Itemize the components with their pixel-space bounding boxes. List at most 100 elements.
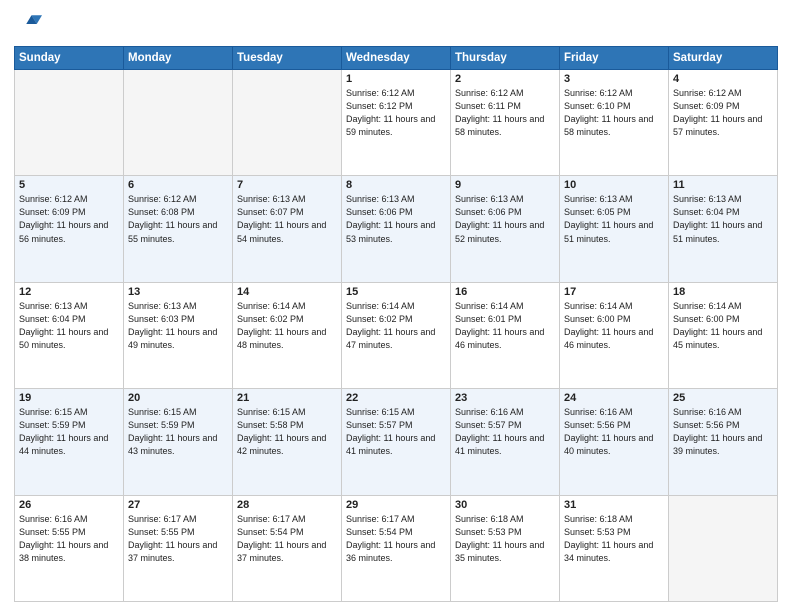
calendar-cell: 20Sunrise: 6:15 AMSunset: 5:59 PMDayligh… [124, 389, 233, 495]
calendar-cell: 1 Sunrise: 6:12 AMSunset: 6:12 PMDaylight… [342, 70, 451, 176]
calendar-cell: 16 Sunrise: 6:14 AMSunset: 6:01 PMDayligh… [451, 282, 560, 388]
calendar-cell: 22 Sunrise: 6:15 AMSunset: 5:57 PMDayligh… [342, 389, 451, 495]
calendar-cell [233, 70, 342, 176]
day-info: Sunrise: 6:13 AMSunset: 6:04 PMDaylight:… [673, 193, 773, 245]
calendar-cell: 14Sunrise: 6:14 AMSunset: 6:02 PMDayligh… [233, 282, 342, 388]
calendar-cell [15, 70, 124, 176]
day-number: 31 [564, 499, 664, 511]
calendar-cell: 29 Sunrise: 6:17 AMSunset: 5:54 PMDayligh… [342, 495, 451, 601]
day-number: 17 [564, 286, 664, 298]
day-number: 19 [19, 392, 119, 404]
day-info: Sunrise: 6:18 AMSunset: 5:53 PMDaylight:… [564, 513, 664, 565]
day-number: 11 [673, 179, 773, 191]
week-row-2: 5 Sunrise: 6:12 AMSunset: 6:09 PMDaylight… [15, 176, 778, 282]
calendar-cell: 24 Sunrise: 6:16 AMSunset: 5:56 PMDayligh… [560, 389, 669, 495]
calendar-cell: 12Sunrise: 6:13 AMSunset: 6:04 PMDayligh… [15, 282, 124, 388]
calendar-cell: 9 Sunrise: 6:13 AMSunset: 6:06 PMDaylight… [451, 176, 560, 282]
calendar-cell: 8Sunrise: 6:13 AMSunset: 6:06 PMDaylight… [342, 176, 451, 282]
day-info: Sunrise: 6:17 AMSunset: 5:54 PMDaylight:… [346, 513, 446, 565]
day-info: Sunrise: 6:12 AMSunset: 6:10 PMDaylight:… [564, 87, 664, 139]
header [14, 10, 778, 38]
day-number: 1 [346, 73, 446, 85]
calendar-cell [669, 495, 778, 601]
calendar-cell: 28Sunrise: 6:17 AMSunset: 5:54 PMDayligh… [233, 495, 342, 601]
calendar-cell [124, 70, 233, 176]
calendar-cell: 13 Sunrise: 6:13 AMSunset: 6:03 PMDayligh… [124, 282, 233, 388]
day-info: Sunrise: 6:14 AMSunset: 6:00 PMDaylight:… [673, 300, 773, 352]
day-info: Sunrise: 6:16 AMSunset: 5:57 PMDaylight:… [455, 406, 555, 458]
day-info: Sunrise: 6:15 AMSunset: 5:57 PMDaylight:… [346, 406, 446, 458]
day-info: Sunrise: 6:14 AMSunset: 6:00 PMDaylight:… [564, 300, 664, 352]
day-number: 8 [346, 179, 446, 191]
weekday-header-monday: Monday [124, 47, 233, 70]
day-number: 18 [673, 286, 773, 298]
day-number: 4 [673, 73, 773, 85]
day-info: Sunrise: 6:12 AMSunset: 6:11 PMDaylight:… [455, 87, 555, 139]
day-info: Sunrise: 6:17 AMSunset: 5:54 PMDaylight:… [237, 513, 337, 565]
week-row-1: 1 Sunrise: 6:12 AMSunset: 6:12 PMDaylight… [15, 70, 778, 176]
page: SundayMondayTuesdayWednesdayThursdayFrid… [0, 0, 792, 612]
calendar-cell: 11 Sunrise: 6:13 AMSunset: 6:04 PMDayligh… [669, 176, 778, 282]
day-info: Sunrise: 6:14 AMSunset: 6:02 PMDaylight:… [237, 300, 337, 352]
day-number: 27 [128, 499, 228, 511]
day-number: 2 [455, 73, 555, 85]
day-info: Sunrise: 6:15 AMSunset: 5:59 PMDaylight:… [128, 406, 228, 458]
weekday-header-thursday: Thursday [451, 47, 560, 70]
weekday-header-wednesday: Wednesday [342, 47, 451, 70]
calendar-cell: 26Sunrise: 6:16 AMSunset: 5:55 PMDayligh… [15, 495, 124, 601]
calendar-cell: 10 Sunrise: 6:13 AMSunset: 6:05 PMDayligh… [560, 176, 669, 282]
day-info: Sunrise: 6:13 AMSunset: 6:03 PMDaylight:… [128, 300, 228, 352]
day-info: Sunrise: 6:15 AMSunset: 5:58 PMDaylight:… [237, 406, 337, 458]
day-number: 21 [237, 392, 337, 404]
day-number: 29 [346, 499, 446, 511]
day-info: Sunrise: 6:13 AMSunset: 6:05 PMDaylight:… [564, 193, 664, 245]
day-number: 10 [564, 179, 664, 191]
logo [14, 10, 44, 38]
day-number: 13 [128, 286, 228, 298]
weekday-header-friday: Friday [560, 47, 669, 70]
day-info: Sunrise: 6:12 AMSunset: 6:12 PMDaylight:… [346, 87, 446, 139]
day-info: Sunrise: 6:13 AMSunset: 6:07 PMDaylight:… [237, 193, 337, 245]
day-info: Sunrise: 6:14 AMSunset: 6:02 PMDaylight:… [346, 300, 446, 352]
weekday-header-tuesday: Tuesday [233, 47, 342, 70]
calendar-cell: 31 Sunrise: 6:18 AMSunset: 5:53 PMDayligh… [560, 495, 669, 601]
day-number: 7 [237, 179, 337, 191]
day-info: Sunrise: 6:16 AMSunset: 5:56 PMDaylight:… [673, 406, 773, 458]
day-info: Sunrise: 6:12 AMSunset: 6:09 PMDaylight:… [673, 87, 773, 139]
logo-icon [14, 10, 42, 38]
day-number: 15 [346, 286, 446, 298]
day-number: 26 [19, 499, 119, 511]
day-info: Sunrise: 6:13 AMSunset: 6:04 PMDaylight:… [19, 300, 119, 352]
day-number: 5 [19, 179, 119, 191]
weekday-header-saturday: Saturday [669, 47, 778, 70]
day-number: 22 [346, 392, 446, 404]
calendar-cell: 17 Sunrise: 6:14 AMSunset: 6:00 PMDayligh… [560, 282, 669, 388]
day-number: 30 [455, 499, 555, 511]
weekday-header-row: SundayMondayTuesdayWednesdayThursdayFrid… [15, 47, 778, 70]
day-info: Sunrise: 6:16 AMSunset: 5:56 PMDaylight:… [564, 406, 664, 458]
calendar-cell: 27 Sunrise: 6:17 AMSunset: 5:55 PMDayligh… [124, 495, 233, 601]
day-info: Sunrise: 6:13 AMSunset: 6:06 PMDaylight:… [455, 193, 555, 245]
weekday-header-sunday: Sunday [15, 47, 124, 70]
day-number: 3 [564, 73, 664, 85]
day-number: 9 [455, 179, 555, 191]
day-number: 23 [455, 392, 555, 404]
day-info: Sunrise: 6:12 AMSunset: 6:08 PMDaylight:… [128, 193, 228, 245]
calendar-cell: 30 Sunrise: 6:18 AMSunset: 5:53 PMDayligh… [451, 495, 560, 601]
day-info: Sunrise: 6:12 AMSunset: 6:09 PMDaylight:… [19, 193, 119, 245]
day-info: Sunrise: 6:15 AMSunset: 5:59 PMDaylight:… [19, 406, 119, 458]
day-info: Sunrise: 6:18 AMSunset: 5:53 PMDaylight:… [455, 513, 555, 565]
calendar-cell: 15 Sunrise: 6:14 AMSunset: 6:02 PMDayligh… [342, 282, 451, 388]
day-number: 24 [564, 392, 664, 404]
calendar-cell: 19 Sunrise: 6:15 AMSunset: 5:59 PMDayligh… [15, 389, 124, 495]
day-number: 25 [673, 392, 773, 404]
calendar-cell: 6 Sunrise: 6:12 AMSunset: 6:08 PMDaylight… [124, 176, 233, 282]
day-info: Sunrise: 6:14 AMSunset: 6:01 PMDaylight:… [455, 300, 555, 352]
day-number: 16 [455, 286, 555, 298]
week-row-5: 26Sunrise: 6:16 AMSunset: 5:55 PMDayligh… [15, 495, 778, 601]
day-number: 6 [128, 179, 228, 191]
week-row-3: 12Sunrise: 6:13 AMSunset: 6:04 PMDayligh… [15, 282, 778, 388]
calendar-cell: 2 Sunrise: 6:12 AMSunset: 6:11 PMDaylight… [451, 70, 560, 176]
calendar-cell: 21 Sunrise: 6:15 AMSunset: 5:58 PMDayligh… [233, 389, 342, 495]
day-info: Sunrise: 6:17 AMSunset: 5:55 PMDaylight:… [128, 513, 228, 565]
